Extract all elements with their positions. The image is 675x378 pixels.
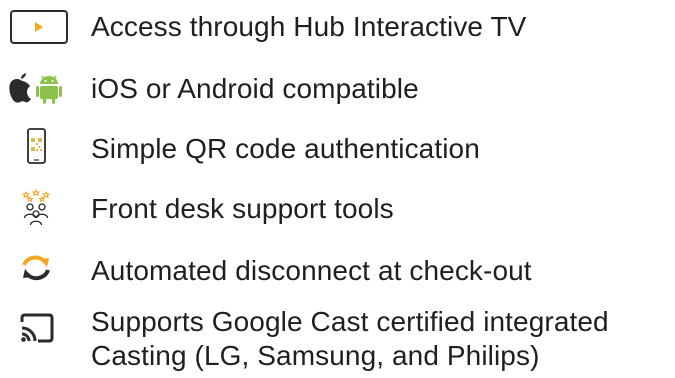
people-stars-icon	[0, 188, 72, 236]
feature-label-line-1: Supports Google Cast certified integrate…	[91, 306, 609, 337]
feature-label: Access through Hub Interactive TV	[91, 11, 527, 42]
feature-label-line-2: Casting (LG, Samsung, and Philips)	[91, 340, 540, 371]
feature-label: Front desk support tools	[91, 193, 394, 224]
feature-label: Automated disconnect at check-out	[91, 255, 532, 286]
apple-icon	[9, 73, 31, 103]
feature-list: Access through Hub Interactive TV iOS or…	[0, 0, 675, 378]
apple-android-icon	[0, 67, 72, 115]
feature-label: iOS or Android compatible	[91, 73, 419, 104]
feature-label: Simple QR code authentication	[91, 133, 480, 164]
sync-arrows-icon	[0, 248, 72, 296]
cast-icon	[0, 309, 72, 357]
android-icon	[36, 75, 62, 104]
tv-play-icon	[0, 6, 72, 54]
phone-qr-icon	[0, 127, 72, 175]
